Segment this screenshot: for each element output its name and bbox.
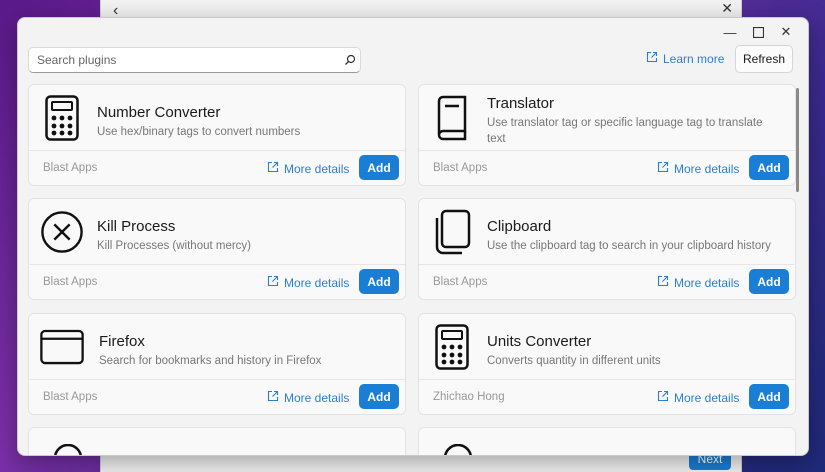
plugin-card-partial bbox=[418, 427, 796, 455]
plugin-title: Kill Process bbox=[97, 218, 176, 235]
plugin-card: Number Converter Use hex/binary tags to … bbox=[28, 84, 406, 186]
open-external-icon bbox=[267, 390, 279, 405]
book-icon bbox=[430, 95, 474, 141]
more-details-link[interactable]: More details bbox=[657, 275, 739, 290]
more-details-link[interactable]: More details bbox=[267, 275, 349, 290]
close-icon[interactable]: ✕ bbox=[721, 0, 733, 17]
add-button[interactable]: Add bbox=[749, 155, 789, 180]
scrollbar[interactable] bbox=[796, 88, 799, 192]
close-icon[interactable]: ✕ bbox=[772, 22, 800, 42]
add-button[interactable]: Add bbox=[359, 384, 399, 409]
plugin-card: Translator Use translator tag or specifi… bbox=[418, 84, 796, 186]
more-details-link[interactable]: More details bbox=[267, 161, 349, 176]
plugin-title: Firefox bbox=[99, 333, 145, 350]
add-button[interactable]: Add bbox=[359, 155, 399, 180]
plugin-card: Units Converter Converts quantity in dif… bbox=[418, 313, 796, 415]
learn-more-label: Learn more bbox=[663, 51, 725, 66]
plugin-card: Firefox Search for bookmarks and history… bbox=[28, 313, 406, 415]
open-external-icon bbox=[657, 390, 669, 405]
plugin-card: Kill Process Kill Processes (without mer… bbox=[28, 198, 406, 300]
add-button[interactable]: Add bbox=[359, 269, 399, 294]
plugin-description: Use hex/binary tags to convert numbers bbox=[97, 126, 301, 138]
open-external-icon bbox=[267, 275, 279, 290]
open-external-icon bbox=[657, 275, 669, 290]
plugin-icon-partial bbox=[53, 443, 83, 455]
plugin-description: Use translator tag or specific language … bbox=[487, 117, 763, 145]
window-icon bbox=[40, 325, 84, 369]
add-button[interactable]: Add bbox=[749, 269, 789, 294]
plugin-author: Blast Apps bbox=[43, 162, 98, 174]
more-details-label: More details bbox=[284, 275, 350, 290]
search-icon[interactable] bbox=[340, 54, 360, 66]
add-button[interactable]: Add bbox=[749, 384, 789, 409]
plugin-title: Number Converter bbox=[97, 104, 221, 121]
more-details-label: More details bbox=[284, 161, 350, 176]
plugin-title: Clipboard bbox=[487, 218, 552, 235]
minimize-icon[interactable]: — bbox=[716, 22, 744, 42]
more-details-label: More details bbox=[674, 161, 740, 176]
calculator-icon bbox=[40, 95, 84, 141]
open-external-icon bbox=[646, 51, 658, 66]
plugin-description: Converts quantity in different units bbox=[487, 355, 661, 367]
plugin-author: Blast Apps bbox=[43, 276, 98, 288]
plugins-dialog: — ✕ Learn more Refresh Number Converter … bbox=[17, 17, 809, 456]
refresh-button[interactable]: Refresh bbox=[735, 45, 793, 73]
plugin-title: Units Converter bbox=[487, 333, 592, 350]
more-details-link[interactable]: More details bbox=[657, 161, 739, 176]
plugin-description: Kill Processes (without mercy) bbox=[97, 240, 252, 252]
open-external-icon bbox=[657, 161, 669, 176]
more-details-label: More details bbox=[284, 390, 350, 405]
more-details-label: More details bbox=[674, 390, 740, 405]
maximize-icon[interactable] bbox=[744, 22, 772, 42]
plugin-author: Blast Apps bbox=[433, 276, 488, 288]
calculator-icon bbox=[430, 324, 474, 370]
plugin-author: Blast Apps bbox=[433, 162, 488, 174]
plugin-description: Use the clipboard tag to search in your … bbox=[487, 240, 771, 252]
learn-more-link[interactable]: Learn more bbox=[646, 51, 724, 66]
plugin-description: Search for bookmarks and history in Fire… bbox=[99, 355, 322, 367]
more-details-link[interactable]: More details bbox=[267, 390, 349, 405]
close-circle-icon bbox=[40, 210, 84, 254]
more-details-link[interactable]: More details bbox=[657, 390, 739, 405]
plugin-author: Blast Apps bbox=[43, 391, 98, 403]
plugin-card: Clipboard Use the clipboard tag to searc… bbox=[418, 198, 796, 300]
search-box[interactable] bbox=[28, 47, 361, 73]
plugin-author: Zhichao Hong bbox=[433, 391, 505, 403]
window-controls: — ✕ bbox=[716, 22, 800, 42]
search-input[interactable] bbox=[29, 49, 340, 71]
more-details-label: More details bbox=[674, 275, 740, 290]
plugin-title: Translator bbox=[487, 95, 554, 112]
open-external-icon bbox=[267, 161, 279, 176]
clipboard-icon bbox=[430, 209, 474, 255]
plugin-card-partial bbox=[28, 427, 406, 455]
plugin-icon-partial bbox=[443, 443, 473, 455]
